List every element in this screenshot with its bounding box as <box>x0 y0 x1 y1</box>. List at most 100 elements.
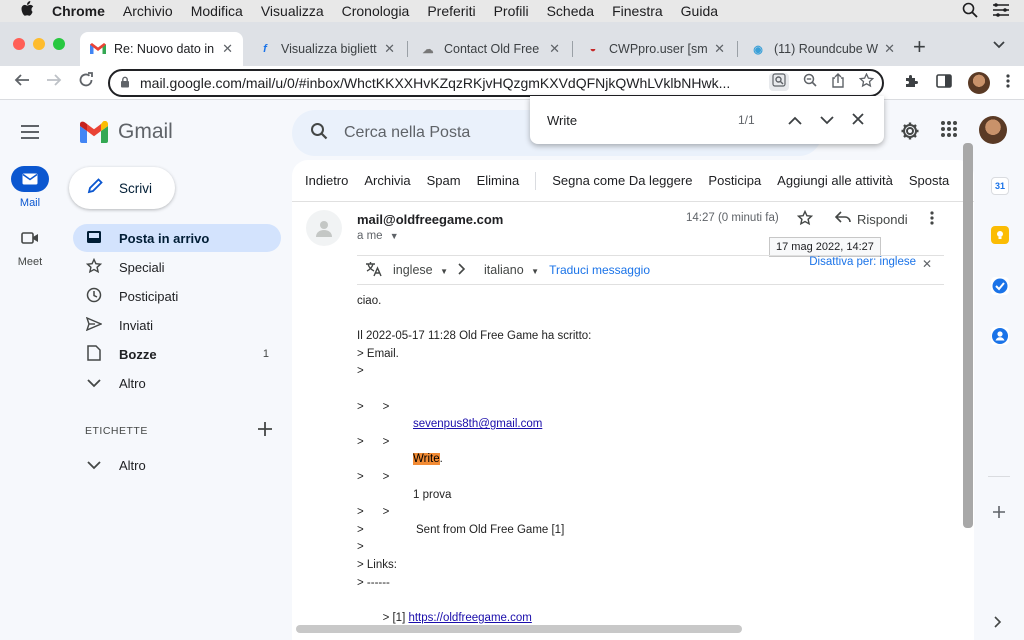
close-tab-icon[interactable]: ✕ <box>884 41 895 57</box>
quote-marker: > <box>382 506 390 519</box>
share-icon[interactable] <box>831 73 845 91</box>
target-language-select[interactable]: italiano ▼ <box>484 263 539 277</box>
nav-drafts[interactable]: Bozze 1 <box>73 340 281 368</box>
settings-gear-icon[interactable] <box>900 121 920 147</box>
bookmark-star-icon[interactable] <box>858 72 875 91</box>
forward-arrow-icon[interactable] <box>46 72 62 93</box>
recipient-toggle[interactable]: a me ▼ <box>357 230 399 242</box>
tab-contact-old-free[interactable]: ☁ Contact Old Free ✕ <box>410 32 570 66</box>
control-center-icon[interactable] <box>992 3 1010 20</box>
reply-arrow-icon[interactable] <box>834 210 851 227</box>
zoom-window-button[interactable] <box>53 38 65 50</box>
get-addons-plus-icon[interactable] <box>992 503 1006 524</box>
sender-address[interactable]: mail@oldfreegame.com <box>357 212 503 227</box>
menu-guida[interactable]: Guida <box>681 3 718 19</box>
calendar-icon[interactable]: 31 <box>991 177 1009 195</box>
drafts-count: 1 <box>262 348 269 360</box>
menu-preferiti[interactable]: Preferiti <box>427 3 475 19</box>
vertical-scrollbar[interactable] <box>963 143 973 528</box>
main-menu-hamburger-icon[interactable] <box>21 123 39 144</box>
rail-meet[interactable]: Meet <box>0 225 60 268</box>
sender-avatar[interactable] <box>306 210 342 246</box>
tab-roundcube[interactable]: ◉ (11) Roundcube W ✕ <box>740 32 905 66</box>
delete-button[interactable]: Elimina <box>477 173 520 188</box>
search-icon[interactable] <box>310 122 328 145</box>
menu-scheda[interactable]: Scheda <box>547 3 594 19</box>
keep-icon[interactable] <box>991 226 1009 244</box>
labels-more[interactable]: Altro <box>73 451 281 479</box>
zoom-icon[interactable] <box>803 73 817 91</box>
disable-translation-link[interactable]: Disattiva per: inglese <box>809 256 916 268</box>
add-label-plus-icon[interactable] <box>258 420 272 441</box>
body-line: > <box>357 435 364 448</box>
google-apps-grid-icon[interactable] <box>940 120 958 143</box>
side-panel-icon[interactable] <box>936 74 952 92</box>
nav-inbox[interactable]: Posta in arrivo <box>73 224 281 252</box>
new-tab-plus-icon[interactable]: + <box>913 34 926 60</box>
nav-snoozed[interactable]: Posticipati <box>73 282 281 310</box>
move-button[interactable]: Sposta <box>909 173 949 188</box>
add-to-tasks-button[interactable]: Aggiungi alle attività <box>777 173 893 188</box>
chrome-menu-kebab-icon[interactable] <box>1006 73 1010 93</box>
nav-starred[interactable]: Speciali <box>73 253 281 281</box>
source-language-select[interactable]: inglese ▼ <box>393 263 448 277</box>
extensions-puzzle-icon[interactable] <box>904 73 920 93</box>
reload-icon[interactable] <box>78 72 94 93</box>
apple-logo-icon[interactable] <box>20 1 36 21</box>
menu-finestra[interactable]: Finestra <box>612 3 663 19</box>
horizontal-scrollbar[interactable] <box>296 625 742 633</box>
close-tab-icon[interactable]: ✕ <box>222 41 233 57</box>
find-previous-chevron-up-icon[interactable] <box>788 112 802 129</box>
lock-icon[interactable] <box>120 76 130 91</box>
menu-chrome[interactable]: Chrome <box>52 3 105 19</box>
mark-unread-button[interactable]: Segna come Da leggere <box>552 173 692 188</box>
translate-message-link[interactable]: Traduci messaggio <box>549 263 650 277</box>
close-tab-icon[interactable]: ✕ <box>384 41 395 57</box>
menu-archivio[interactable]: Archivio <box>123 3 173 19</box>
archive-button[interactable]: Archivia <box>364 173 410 188</box>
profile-avatar[interactable] <box>968 72 990 94</box>
menu-visualizza[interactable]: Visualizza <box>261 3 324 19</box>
close-tab-icon[interactable]: ✕ <box>549 41 560 57</box>
nav-label: Altro <box>119 375 146 391</box>
mail-envelope-icon <box>11 166 49 192</box>
find-query-input[interactable]: Write <box>547 113 727 128</box>
star-toggle-icon[interactable] <box>796 209 814 231</box>
url-text[interactable]: mail.google.com/mail/u/0/#inbox/WhctKKXX… <box>140 75 750 91</box>
more-options-kebab-icon[interactable] <box>930 210 934 231</box>
minimize-window-button[interactable] <box>33 38 45 50</box>
tab-visualizza-biglietti[interactable]: f Visualizza bigliett ✕ <box>247 32 405 66</box>
close-window-button[interactable] <box>13 38 25 50</box>
menu-cronologia[interactable]: Cronologia <box>342 3 410 19</box>
compose-button[interactable]: Scrivi <box>69 167 175 209</box>
labels-heading: ETICHETTE <box>85 425 148 437</box>
nav-sent[interactable]: Inviati <box>73 311 281 339</box>
nav-more[interactable]: Altro <box>73 369 281 397</box>
expand-side-panel-chevron-icon[interactable] <box>994 616 1002 631</box>
spotlight-search-icon[interactable] <box>962 2 978 21</box>
back-button[interactable]: Indietro <box>305 173 348 188</box>
menu-profili[interactable]: Profili <box>494 3 529 19</box>
menu-modifica[interactable]: Modifica <box>191 3 243 19</box>
body-line: > sevenpus8th@gmail.com <box>357 381 947 431</box>
snooze-button[interactable]: Posticipa <box>708 173 761 188</box>
dismiss-translate-close-icon[interactable]: ✕ <box>922 257 932 271</box>
oldfreegame-link[interactable]: https://oldfreegame.com <box>408 612 531 624</box>
find-next-chevron-down-icon[interactable] <box>820 112 834 129</box>
tab-gmail[interactable]: Re: Nuovo dato in ✕ <box>80 32 243 66</box>
contacts-icon[interactable] <box>991 327 1009 345</box>
close-tab-icon[interactable]: ✕ <box>714 41 725 57</box>
tab-cwppro-user[interactable]: ◒ CWPpro.user [sm ✕ <box>575 32 735 66</box>
tasks-icon[interactable] <box>991 277 1009 295</box>
find-close-icon[interactable] <box>852 112 864 129</box>
spam-button[interactable]: Spam <box>427 173 461 188</box>
reply-button-label[interactable]: Rispondi <box>857 212 908 227</box>
sent-from-text: Sent from Old Free Game [1] <box>416 523 565 536</box>
gmail-logo[interactable]: Gmail <box>80 120 173 144</box>
account-avatar[interactable] <box>979 116 1007 144</box>
back-arrow-icon[interactable] <box>14 72 30 93</box>
address-bar[interactable]: mail.google.com/mail/u/0/#inbox/WhctKKXX… <box>108 69 884 97</box>
tab-search-chevron-icon[interactable] <box>993 36 1005 52</box>
find-in-page-icon[interactable] <box>769 73 789 91</box>
rail-mail[interactable]: Mail <box>0 166 60 209</box>
